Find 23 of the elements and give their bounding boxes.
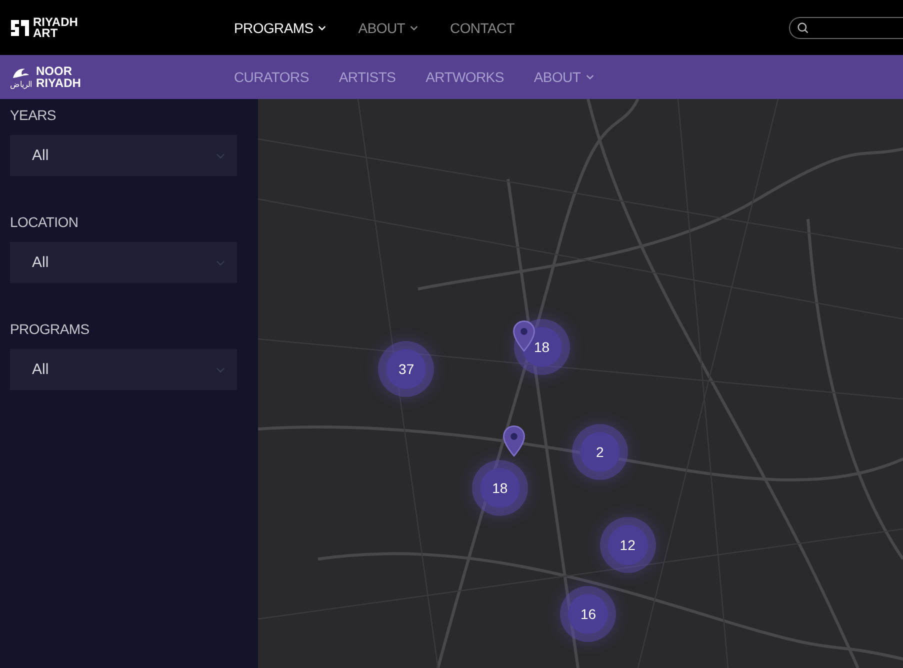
- search-icon: [797, 22, 809, 34]
- map-view[interactable]: 37 18 2 18 12 16: [258, 99, 903, 668]
- cluster-marker[interactable]: 16: [568, 594, 608, 634]
- filter-dropdown[interactable]: All: [10, 349, 237, 390]
- cluster-marker[interactable]: 12: [608, 525, 648, 566]
- nav-link[interactable]: ABOUT: [358, 20, 418, 36]
- nav-link[interactable]: CONTACT: [450, 20, 515, 36]
- chevron-down-icon: [216, 366, 225, 372]
- chevron-down-icon: [216, 152, 225, 158]
- search-field[interactable]: [789, 16, 903, 38]
- map-pin-icon[interactable]: [502, 425, 526, 458]
- filter-dropdown[interactable]: All: [10, 135, 237, 176]
- site-logo[interactable]: RIYADH ART: [10, 16, 234, 38]
- cluster-marker[interactable]: 18: [480, 468, 520, 508]
- filter-label: YEARS: [10, 107, 57, 123]
- filter-label: LOCATION: [10, 214, 80, 230]
- cluster-marker[interactable]: 37: [386, 349, 426, 390]
- cluster-marker[interactable]: 2: [580, 432, 620, 472]
- filter-label: PROGRAMS: [10, 321, 90, 337]
- filter-dropdown[interactable]: All: [10, 242, 237, 283]
- map-pin-icon[interactable]: [512, 320, 536, 352]
- nav-link[interactable]: PROGRAMS: [234, 20, 326, 36]
- chevron-down-icon: [216, 260, 225, 266]
